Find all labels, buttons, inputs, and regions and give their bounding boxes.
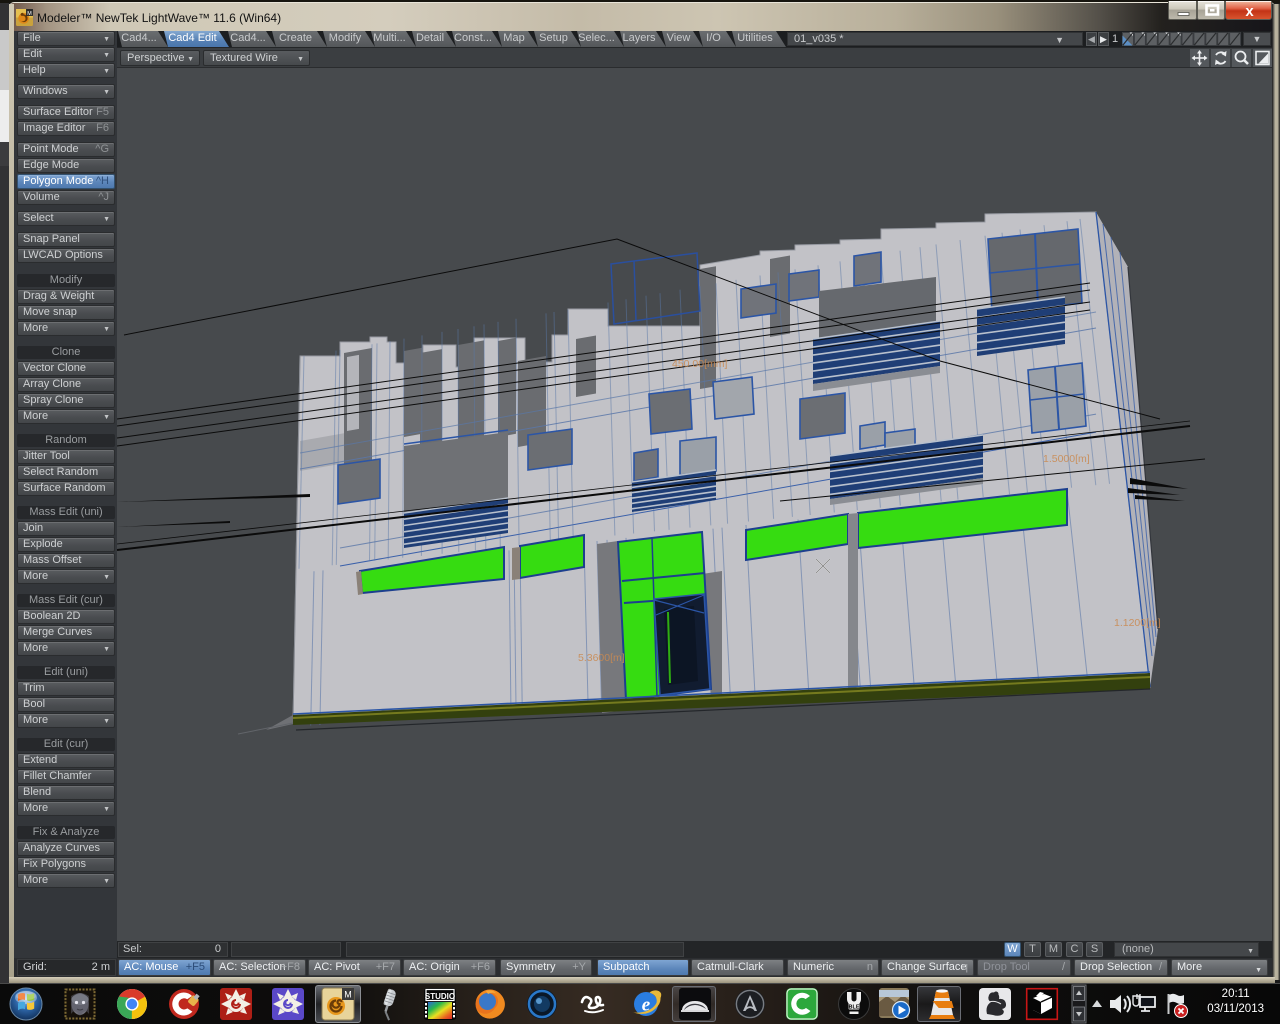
svg-text:STUDIO: STUDIO xyxy=(425,992,455,1001)
svg-text:5.3600[m]: 5.3600[m] xyxy=(578,652,625,664)
svg-text:1.1200[m]: 1.1200[m] xyxy=(1114,617,1161,629)
svg-text:1.5000[m]: 1.5000[m] xyxy=(1043,453,1090,465)
svg-text:M: M xyxy=(27,11,32,17)
svg-text:M: M xyxy=(344,990,352,1000)
svg-text:BLE: BLE xyxy=(849,1005,860,1011)
svg-text:450.00[mm]: 450.00[mm] xyxy=(672,358,728,370)
svg-text:x: x xyxy=(1245,3,1254,20)
